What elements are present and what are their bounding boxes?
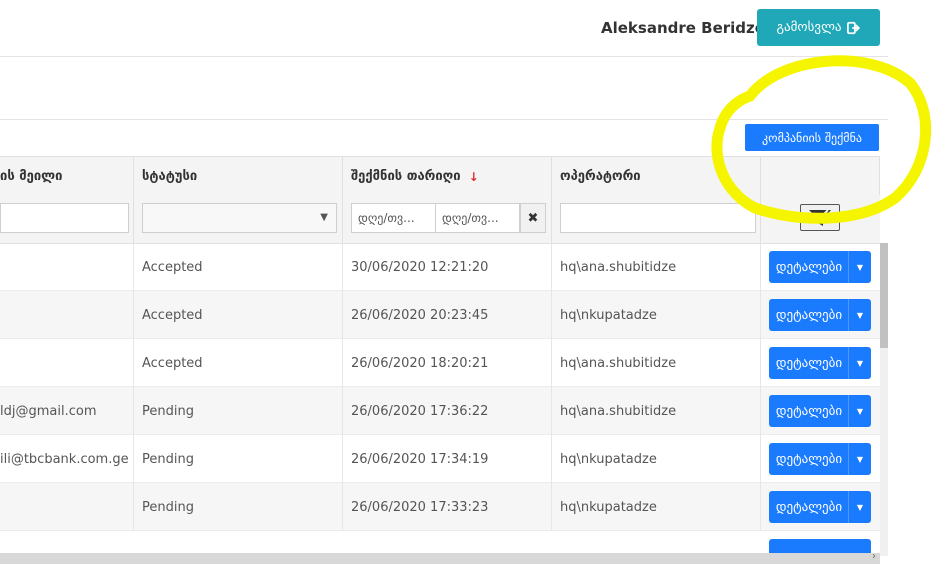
- caret-down-icon[interactable]: ▼: [848, 395, 871, 427]
- details-button[interactable]: დეტალები ▼: [769, 251, 871, 283]
- cell-created-date: 26/06/2020 17:33:23: [343, 483, 552, 531]
- filter-cell-operator: [552, 195, 761, 243]
- cell-status: Pending: [134, 483, 343, 531]
- create-company-button[interactable]: კომპანიის შექმნა: [745, 124, 879, 151]
- column-header-created-date[interactable]: შექმნის თარიღი ↓: [343, 157, 552, 196]
- top-header: Aleksandre Beridze გამოსვლა: [0, 0, 888, 57]
- vertical-scrollbar-thumb[interactable]: [880, 243, 888, 348]
- cell-created-date: 26/06/2020 17:34:19: [343, 435, 552, 483]
- column-header-actions: [761, 157, 880, 196]
- details-label: დეტალები: [775, 259, 843, 275]
- table-row[interactable]: ldj@gmail.com Pending 26/06/2020 17:36:2…: [0, 387, 880, 435]
- caret-down-icon[interactable]: ▼: [848, 443, 871, 475]
- cell-status: Pending: [134, 435, 343, 483]
- cell-email: [0, 483, 134, 531]
- table-row[interactable]: Accepted 30/06/2020 12:21:20 hq\ana.shub…: [0, 243, 880, 291]
- cell-status: Accepted: [134, 339, 343, 387]
- column-header-label: შექმნის თარიღი: [351, 169, 461, 184]
- caret-down-icon: ▼: [320, 212, 328, 223]
- logout-button[interactable]: გამოსვლა: [757, 9, 880, 46]
- date-from-input[interactable]: დღე/თვ...: [351, 203, 436, 233]
- cell-operator: hq\ana.shubitidze: [552, 243, 761, 291]
- details-label: დეტალები: [775, 451, 843, 467]
- caret-down-icon[interactable]: ▼: [848, 251, 871, 283]
- cell-email: ldj@gmail.com: [0, 387, 134, 435]
- details-label: დეტალები: [775, 307, 843, 323]
- details-button[interactable]: დეტალები ▼: [769, 347, 871, 379]
- chevron-right-icon[interactable]: ›: [872, 551, 876, 562]
- cell-operator: hq\nkupatadze: [552, 483, 761, 531]
- page-subheader: [0, 57, 888, 120]
- cell-created-date: 26/06/2020 20:23:45: [343, 291, 552, 339]
- app-window: Aleksandre Beridze გამოსვლა კომპანიის შე…: [0, 0, 888, 564]
- sign-out-icon: [846, 21, 860, 34]
- details-label: დეტალები: [775, 403, 843, 419]
- cell-operator: hq\nkupatadze: [552, 291, 761, 339]
- cell-operator: hq\ana.shubitidze: [552, 339, 761, 387]
- table-row[interactable]: Pending 26/06/2020 17:33:23 hq\nkupatadz…: [0, 483, 880, 531]
- cell-email: [0, 243, 134, 291]
- column-header-label: სტატუსი: [142, 169, 198, 184]
- filter-cell-created-date: დღე/თვ... დღე/თვ... ✖: [343, 195, 552, 243]
- caret-down-icon[interactable]: ▼: [848, 299, 871, 331]
- column-header-email[interactable]: ის მეილი: [0, 157, 134, 196]
- cell-email: [0, 291, 134, 339]
- details-label: დეტალები: [775, 355, 843, 371]
- sort-desc-icon[interactable]: ↓: [469, 170, 479, 184]
- filter-clear-icon: [809, 208, 831, 227]
- operator-filter-input[interactable]: [560, 203, 756, 233]
- details-button[interactable]: დეტალები ▼: [769, 491, 871, 523]
- filter-cell-email: [0, 195, 134, 243]
- column-header-operator[interactable]: ოპერატორი: [552, 157, 761, 196]
- email-filter-input[interactable]: [0, 203, 129, 233]
- table-filter-row: ▼ დღე/თვ... დღე/თვ... ✖: [0, 195, 880, 244]
- details-button[interactable]: დეტალები ▼: [769, 395, 871, 427]
- status-filter-select[interactable]: ▼: [142, 203, 337, 233]
- details-button[interactable]: დეტალები ▼: [769, 443, 871, 475]
- column-header-label: ოპერატორი: [560, 169, 641, 184]
- cell-created-date: 26/06/2020 18:20:21: [343, 339, 552, 387]
- close-icon[interactable]: ✖: [520, 203, 546, 233]
- table-row[interactable]: ili@tbcbank.com.ge Pending 26/06/2020 17…: [0, 435, 880, 483]
- details-label: დეტალები: [775, 499, 843, 515]
- cell-email: [0, 339, 134, 387]
- user-name: Aleksandre Beridze: [601, 19, 765, 37]
- cell-operator: hq\nkupatadze: [552, 435, 761, 483]
- column-header-status[interactable]: სტატუსი: [134, 157, 343, 196]
- cell-created-date: 30/06/2020 12:21:20: [343, 243, 552, 291]
- page-margin: [888, 0, 933, 564]
- cell-status: Accepted: [134, 291, 343, 339]
- cell-created-date: 26/06/2020 17:36:22: [343, 387, 552, 435]
- details-button[interactable]: დეტალები ▼: [769, 299, 871, 331]
- logout-label: გამოსვლა: [776, 20, 842, 35]
- table-row[interactable]: Accepted 26/06/2020 18:20:21 hq\ana.shub…: [0, 339, 880, 387]
- date-to-input[interactable]: დღე/თვ...: [435, 203, 520, 233]
- column-header-label: ის მეილი: [0, 169, 63, 184]
- filter-cell-status: ▼: [134, 195, 343, 243]
- companies-table: ის მეილი სტატუსი შექმნის თარიღი ↓ ოპერატ…: [0, 156, 880, 564]
- cell-email: ili@tbcbank.com.ge: [0, 435, 134, 483]
- filter-clear-button[interactable]: [800, 204, 840, 231]
- caret-down-icon[interactable]: ▼: [848, 347, 871, 379]
- horizontal-scrollbar[interactable]: [0, 553, 880, 564]
- table-header-row: ის მეილი სტატუსი შექმნის თარიღი ↓ ოპერატ…: [0, 156, 880, 197]
- table-row[interactable]: Accepted 26/06/2020 20:23:45 hq\nkupatad…: [0, 291, 880, 339]
- cell-status: Pending: [134, 387, 343, 435]
- cell-operator: hq\ana.shubitidze: [552, 387, 761, 435]
- cell-status: Accepted: [134, 243, 343, 291]
- caret-down-icon[interactable]: ▼: [848, 491, 871, 523]
